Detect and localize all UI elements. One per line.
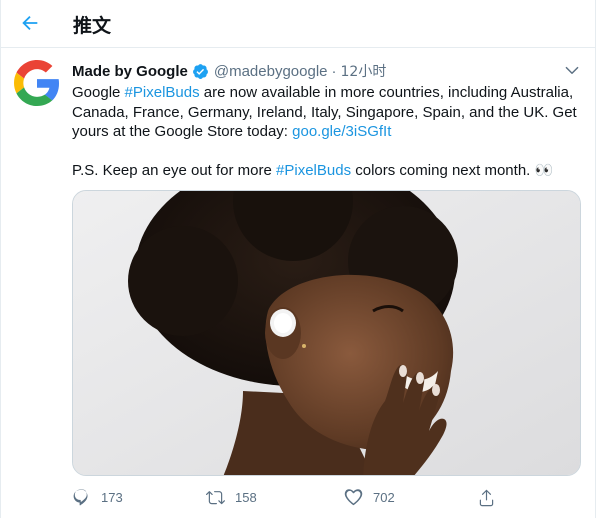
heart-icon — [344, 488, 363, 505]
tweet-paragraph-2: P.S. Keep an eye out for more #PixelBuds… — [72, 161, 584, 181]
hashtag-link[interactable]: #PixelBuds — [125, 84, 200, 101]
avatar[interactable] — [14, 60, 60, 106]
chevron-down-icon[interactable] — [563, 62, 581, 80]
google-g-logo — [14, 60, 60, 106]
text-segment: Google — [72, 84, 125, 101]
separator-dot: · — [331, 62, 337, 80]
arrow-left-icon — [22, 15, 38, 31]
retweet-count: 158 — [235, 489, 257, 505]
share-icon — [479, 489, 494, 506]
tweet-media-photo[interactable] — [72, 190, 581, 476]
author-row: Made by Google @madebygoogle · 12小时 — [72, 60, 581, 82]
text-segment: colors coming next month. 👀 — [351, 162, 554, 179]
tweet-timestamp[interactable]: 12小时 — [341, 61, 387, 81]
url-link[interactable]: goo.gle/3iSGfIt — [292, 123, 391, 140]
share-button[interactable] — [477, 484, 496, 510]
like-count: 702 — [373, 489, 395, 505]
tweet-paragraph-1: Google #PixelBuds are now available in m… — [72, 83, 584, 142]
reply-icon — [73, 489, 88, 505]
reply-count: 173 — [101, 489, 123, 505]
page-title: 推文 — [73, 15, 112, 37]
reply-button[interactable]: 173 — [72, 484, 123, 510]
hashtag-link[interactable]: #PixelBuds — [276, 162, 351, 179]
retweet-icon — [206, 490, 225, 504]
page-header: 推文 — [1, 0, 596, 48]
author-handle[interactable]: @madebygoogle — [214, 63, 328, 80]
back-button[interactable] — [13, 6, 47, 40]
tweet-text: Google #PixelBuds are now available in m… — [72, 83, 584, 181]
text-segment: P.S. Keep an eye out for more — [72, 162, 277, 179]
retweet-button[interactable]: 158 — [206, 484, 257, 510]
photo-woman-wearing-pixel-buds — [73, 191, 580, 475]
tweet-actions: 173 158 702 — [72, 484, 502, 510]
like-button[interactable]: 702 — [344, 484, 395, 510]
verified-badge-icon — [192, 63, 208, 79]
author-display-name[interactable]: Made by Google — [72, 63, 188, 80]
tweet-page: 推文 Made by Google @madebygoogle · 12小时 G… — [0, 0, 596, 518]
